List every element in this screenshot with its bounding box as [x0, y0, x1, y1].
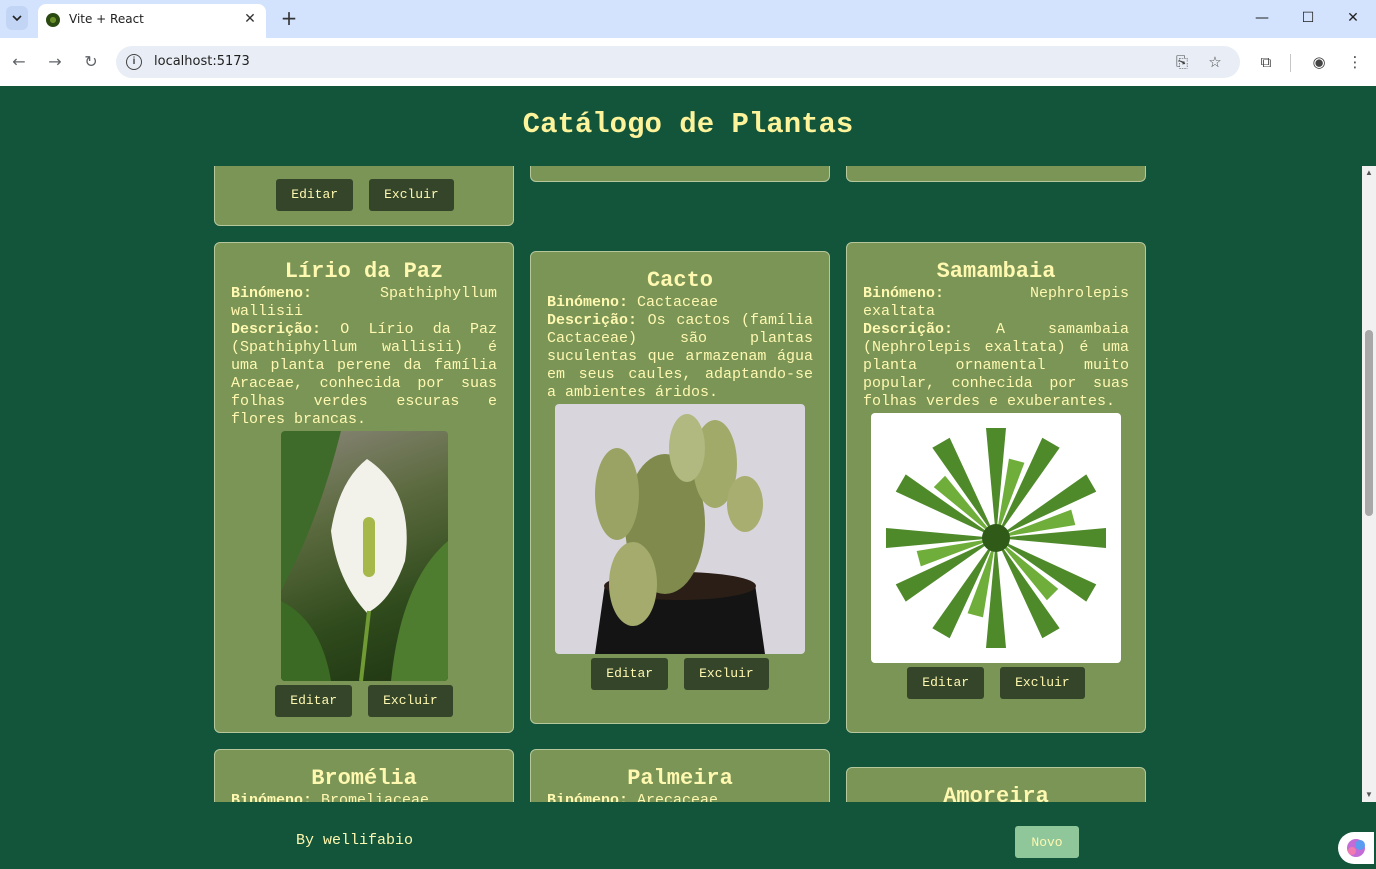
plant-name: Amoreira [943, 784, 1049, 802]
extension-badge[interactable] [1338, 832, 1374, 864]
maximize-button[interactable]: ☐ [1298, 8, 1318, 28]
plant-binomial: Binómeno: Spathiphyllum wallisii [231, 285, 497, 320]
peace-lily-image [280, 431, 448, 681]
browser-toolbar: ← → ↻ i localhost:5173 ⎘ ☆ ⧉ ◉ ⋮ [0, 38, 1376, 86]
plant-name: Bromélia [311, 766, 417, 791]
plant-description: Descrição: A samambaia (Nephrolepis exal… [863, 321, 1129, 410]
delete-button[interactable]: Excluir [1000, 667, 1085, 699]
plant-image [871, 413, 1121, 663]
plant-card: Samambaia Binómeno: Nephrolepis exaltata… [846, 242, 1146, 733]
fern-image [886, 428, 1106, 648]
page-scrollbar[interactable]: ▲ ▼ [1362, 166, 1376, 802]
new-tab-button[interactable]: + [279, 8, 299, 28]
plant-binomial: Binómeno: Bromeliaceae [231, 792, 430, 802]
plant-image [555, 404, 805, 654]
new-plant-button[interactable]: Novo [1015, 826, 1079, 858]
plant-card: Palmeira Binómeno: Arecaceae [530, 749, 830, 802]
brain-icon [1347, 839, 1365, 857]
profile-icon[interactable]: ◉ [1309, 52, 1329, 72]
plant-card: Lírio da Paz Binómeno: Spathiphyllum wal… [214, 242, 514, 733]
plant-card: Amoreira [846, 767, 1146, 802]
vite-favicon-icon [46, 13, 60, 27]
plant-card-partial [846, 166, 1146, 182]
plant-card-partial [530, 166, 830, 182]
tab-close-icon[interactable]: ✕ [242, 10, 258, 26]
back-arrow-icon[interactable]: ← [9, 52, 29, 72]
tab-search-button[interactable] [6, 6, 28, 30]
edit-button[interactable]: Editar [591, 658, 669, 690]
translate-icon[interactable]: ⎘ [1172, 52, 1192, 72]
scroll-up-icon[interactable]: ▲ [1364, 168, 1374, 178]
plant-card: Cacto Binómeno: Cactaceae Descrição: Os … [530, 251, 830, 724]
cactus-image [595, 414, 765, 654]
plant-name: Lírio da Paz [284, 259, 444, 284]
plant-name: Cacto [646, 268, 713, 293]
edit-button[interactable]: Editar [907, 667, 985, 699]
minimize-button[interactable]: — [1252, 8, 1272, 28]
plant-card-partial: Editar Excluir [214, 166, 514, 226]
address-bar[interactable]: i localhost:5173 ⎘ ☆ [116, 46, 1240, 78]
delete-button[interactable]: Excluir [368, 685, 453, 717]
delete-button[interactable]: Excluir [684, 658, 769, 690]
delete-button[interactable]: Excluir [369, 179, 454, 211]
chevron-down-icon [12, 15, 22, 21]
plant-image [280, 431, 448, 681]
toolbar-divider [1290, 54, 1291, 72]
plant-binomial: Binómeno: Arecaceae [547, 792, 719, 802]
browser-tab[interactable]: Vite + React ✕ [38, 4, 266, 38]
extensions-icon[interactable]: ⧉ [1256, 52, 1276, 72]
plant-description: Descrição: O Lírio da Paz (Spathiphyllum… [231, 321, 497, 428]
reload-icon[interactable]: ↻ [81, 52, 101, 72]
footer: By wellifabio Novo [0, 802, 1376, 868]
menu-kebab-icon[interactable]: ⋮ [1345, 52, 1365, 72]
site-info-icon[interactable]: i [126, 54, 142, 70]
edit-button[interactable]: Editar [275, 685, 353, 717]
plant-card: Bromélia Binómeno: Bromeliaceae [214, 749, 514, 802]
bookmark-star-icon[interactable]: ☆ [1205, 52, 1225, 72]
close-window-button[interactable]: ✕ [1343, 8, 1363, 28]
plant-name: Palmeira [627, 766, 733, 791]
address-url[interactable]: localhost:5173 [154, 54, 250, 69]
plant-binomial: Binómeno: Nephrolepis exaltata [863, 285, 1129, 320]
plant-description: Descrição: Os cactos (família Cactaceae)… [547, 312, 813, 401]
plant-name: Samambaia [936, 259, 1056, 284]
scroll-down-icon[interactable]: ▼ [1364, 790, 1374, 800]
plant-grid: Editar Excluir Lírio da Paz Binómeno: Sp… [0, 166, 1362, 802]
tab-title: Vite + React [69, 12, 144, 26]
browser-tab-bar: Vite + React ✕ + — ☐ ✕ [0, 0, 1376, 38]
page-title: Catálogo de Plantas [522, 108, 854, 141]
page: Catálogo de Plantas Editar Excluir Lírio… [0, 86, 1376, 868]
plant-binomial: Binómeno: Cactaceae [547, 294, 719, 311]
forward-arrow-icon[interactable]: → [45, 52, 65, 72]
scroll-thumb[interactable] [1365, 330, 1373, 516]
footer-author: By wellifabio [296, 832, 414, 849]
edit-button[interactable]: Editar [276, 179, 354, 211]
